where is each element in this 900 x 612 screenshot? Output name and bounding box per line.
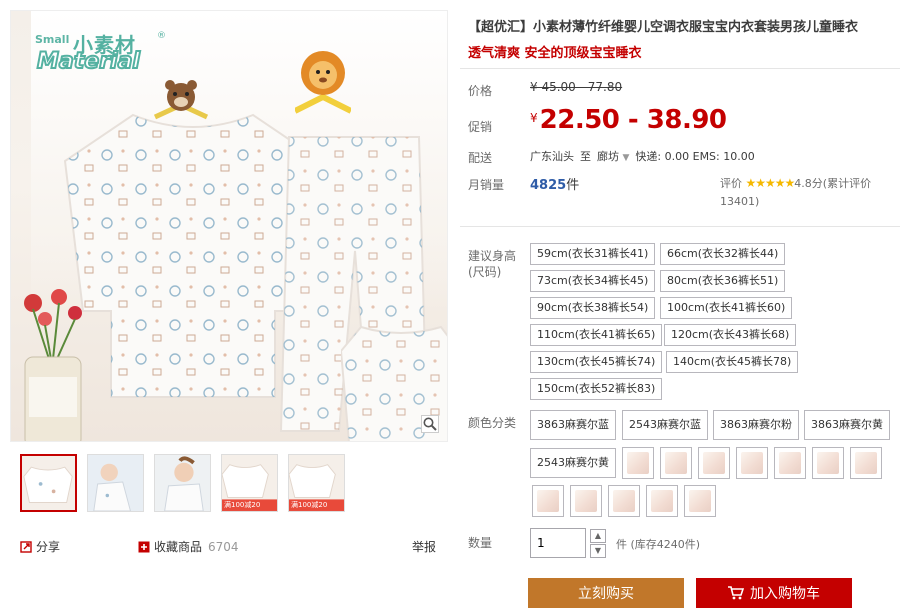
color-swatch[interactable] bbox=[812, 447, 844, 479]
zoom-icon[interactable] bbox=[421, 415, 439, 433]
size-option[interactable]: 140cm(衣长45裤长78) bbox=[666, 351, 799, 373]
collect-label: 收藏商品 bbox=[154, 540, 203, 554]
size-label: 建议身高(尺码) bbox=[468, 249, 517, 279]
color-swatch[interactable] bbox=[660, 447, 692, 479]
main-product-image[interactable]: Small 小素材 Material ® bbox=[10, 10, 448, 442]
color-swatch[interactable] bbox=[850, 447, 882, 479]
thumbnail-1[interactable] bbox=[20, 454, 77, 512]
color-swatch[interactable] bbox=[608, 485, 640, 517]
product-title: 【超优汇】小素材薄竹纤维婴儿空调衣服宝宝内衣套装男孩儿童睡衣 bbox=[468, 20, 859, 35]
cart-icon bbox=[728, 586, 744, 600]
promo-price-value: 22.50 - 38.90 bbox=[539, 105, 727, 135]
size-option[interactable]: 120cm(衣长43裤长68) bbox=[664, 324, 797, 346]
color-option[interactable]: 2543麻赛尔黄 bbox=[530, 448, 616, 478]
shipping-info: 广东汕头 至 廊坊 ▼ 快递: 0.00 EMS: 10.00 bbox=[530, 148, 755, 164]
size-option[interactable]: 100cm(衣长41裤长60) bbox=[660, 297, 793, 319]
size-option[interactable]: 59cm(衣长31裤长41) bbox=[530, 243, 656, 265]
product-gallery: Small 小素材 Material ® 满100减20 满100减20 分享 … bbox=[0, 0, 448, 612]
quantity-input[interactable] bbox=[530, 528, 586, 558]
color-label: 颜色分类 bbox=[468, 416, 517, 430]
share-label: 分享 bbox=[36, 540, 61, 554]
add-to-cart-label: 加入购物车 bbox=[750, 586, 820, 602]
buy-now-button[interactable]: 立刻购买 bbox=[528, 578, 684, 608]
quantity-decrease-button[interactable]: ▼ bbox=[590, 544, 606, 558]
thumbnail-strip: 满100减20 满100减20 bbox=[20, 454, 345, 512]
collect-link[interactable]: 收藏商品 6704 bbox=[138, 538, 239, 555]
ship-to-word: 至 bbox=[580, 150, 591, 163]
thumbnail-5[interactable]: 满100减20 bbox=[288, 454, 345, 512]
color-swatch[interactable] bbox=[774, 447, 806, 479]
stock-text: 件 (库存4240件) bbox=[616, 538, 701, 551]
price-label: 价格 bbox=[468, 84, 493, 98]
report-link[interactable]: 举报 bbox=[412, 538, 436, 555]
rating[interactable]: 评价 ★★★★★4.8分(累计评价13401) bbox=[720, 174, 896, 211]
gallery-actions: 分享 收藏商品 6704 举报 bbox=[20, 536, 440, 556]
thumb-badge: 满100减20 bbox=[291, 501, 328, 509]
star-icon: ★★★★★ bbox=[745, 176, 796, 190]
quantity-label: 数量 bbox=[468, 536, 493, 550]
chevron-down-icon: ▼ bbox=[622, 153, 630, 163]
color-swatch[interactable] bbox=[684, 485, 716, 517]
divider bbox=[460, 68, 900, 69]
sales-count: 4825件 bbox=[530, 174, 579, 193]
lion-hanger-icon bbox=[295, 51, 351, 114]
size-option[interactable]: 110cm(衣长41裤长65) bbox=[530, 324, 663, 346]
sales-unit: 件 bbox=[566, 178, 580, 193]
divider bbox=[460, 226, 900, 227]
color-swatch[interactable] bbox=[532, 485, 564, 517]
brand-logo: Small 小素材 Material ® bbox=[35, 29, 166, 77]
promo-label: 促销 bbox=[468, 120, 493, 134]
color-option[interactable]: 3863麻赛尔粉 bbox=[713, 410, 799, 440]
size-option[interactable]: 130cm(衣长45裤长74) bbox=[530, 351, 663, 373]
sales-count-value: 4825 bbox=[530, 178, 567, 193]
product-subtitle: 透气清爽 安全的顶级宝宝睡衣 bbox=[468, 46, 642, 61]
color-option[interactable]: 2543麻赛尔蓝 bbox=[622, 410, 708, 440]
brand-logo-en: Material bbox=[36, 48, 141, 75]
rating-label: 评价 bbox=[720, 177, 742, 190]
color-swatch[interactable] bbox=[622, 447, 654, 479]
size-option[interactable]: 73cm(衣长34裤长45) bbox=[530, 270, 656, 292]
ship-to: 廊坊 bbox=[597, 150, 619, 163]
color-swatch[interactable] bbox=[570, 485, 602, 517]
ship-to-select[interactable]: 廊坊 ▼ bbox=[597, 148, 629, 164]
thumb-badge: 满100减20 bbox=[224, 501, 261, 509]
shipping-label: 配送 bbox=[468, 151, 493, 165]
color-swatch[interactable] bbox=[646, 485, 678, 517]
registered-mark: ® bbox=[157, 31, 166, 41]
size-option[interactable]: 80cm(衣长36裤长51) bbox=[660, 270, 786, 292]
flower-vase-image bbox=[24, 289, 82, 441]
original-price: ¥ 45.00 - 77.80 bbox=[530, 80, 623, 94]
product-detail: 【超优汇】小素材薄竹纤维婴儿空调衣服宝宝内衣套装男孩儿童睡衣 透气清爽 安全的顶… bbox=[460, 0, 900, 612]
size-option[interactable]: 66cm(衣长32裤长44) bbox=[660, 243, 786, 265]
currency-symbol: ¥ bbox=[530, 111, 538, 125]
share-icon bbox=[20, 540, 32, 553]
promo-price: ¥22.50 - 38.90 bbox=[530, 105, 727, 135]
color-swatch[interactable] bbox=[698, 447, 730, 479]
thumbnail-3[interactable] bbox=[154, 454, 211, 512]
color-swatch[interactable] bbox=[736, 447, 768, 479]
collect-count: 6704 bbox=[208, 539, 239, 554]
thumbnail-2[interactable] bbox=[87, 454, 144, 512]
size-option[interactable]: 90cm(衣长38裤长54) bbox=[530, 297, 656, 319]
quantity-increase-button[interactable]: ▲ bbox=[590, 529, 606, 543]
thumbnail-4[interactable]: 满100减20 bbox=[221, 454, 278, 512]
ship-from: 广东汕头 bbox=[530, 150, 574, 163]
rating-text: 4.8分(累计评价13401) bbox=[720, 177, 872, 208]
ship-fees: 快递: 0.00 EMS: 10.00 bbox=[635, 150, 755, 163]
sales-label: 月销量 bbox=[468, 178, 505, 192]
color-option[interactable]: 3863麻赛尔黄 bbox=[804, 410, 890, 440]
brand-logo-small: Small bbox=[35, 33, 70, 46]
share-link[interactable]: 分享 bbox=[20, 538, 60, 555]
collect-icon bbox=[138, 541, 150, 552]
add-to-cart-button[interactable]: 加入购物车 bbox=[696, 578, 852, 608]
color-option[interactable]: 3863麻赛尔蓝 bbox=[530, 410, 616, 440]
size-option[interactable]: 150cm(衣长52裤长83) bbox=[530, 378, 663, 400]
